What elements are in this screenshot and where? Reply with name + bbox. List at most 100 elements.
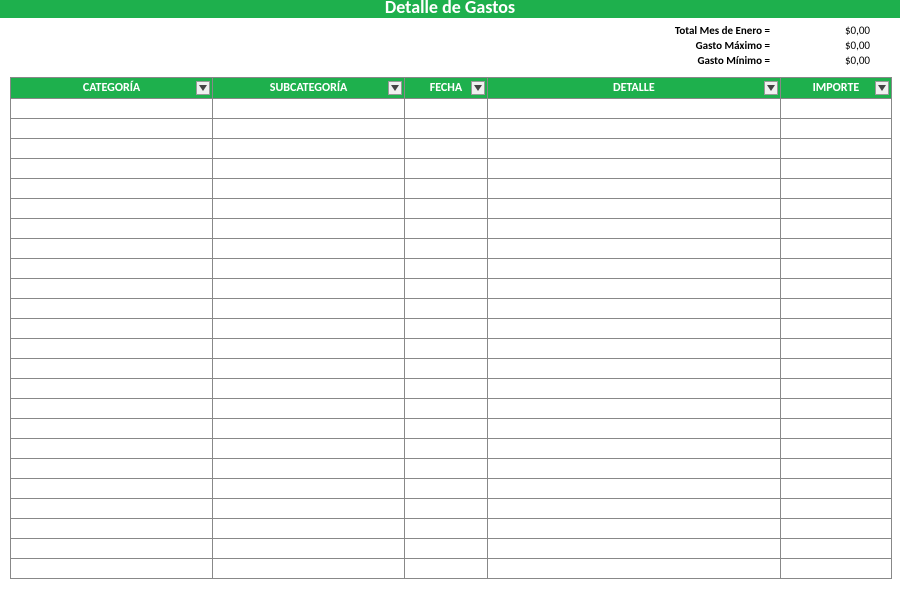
table-cell[interactable]: [213, 239, 405, 259]
table-cell[interactable]: [11, 499, 213, 519]
table-cell[interactable]: [213, 479, 405, 499]
table-cell[interactable]: [11, 99, 213, 119]
table-cell[interactable]: [11, 219, 213, 239]
table-cell[interactable]: [11, 119, 213, 139]
table-cell[interactable]: [780, 559, 891, 579]
table-cell[interactable]: [11, 299, 213, 319]
table-cell[interactable]: [11, 539, 213, 559]
table-cell[interactable]: [213, 379, 405, 399]
table-cell[interactable]: [11, 279, 213, 299]
table-cell[interactable]: [405, 199, 488, 219]
table-cell[interactable]: [780, 119, 891, 139]
table-cell[interactable]: [780, 239, 891, 259]
table-cell[interactable]: [405, 179, 488, 199]
table-cell[interactable]: [487, 219, 780, 239]
table-cell[interactable]: [780, 179, 891, 199]
table-cell[interactable]: [213, 459, 405, 479]
table-cell[interactable]: [487, 179, 780, 199]
table-cell[interactable]: [213, 419, 405, 439]
table-cell[interactable]: [405, 439, 488, 459]
table-cell[interactable]: [780, 319, 891, 339]
table-cell[interactable]: [405, 519, 488, 539]
table-cell[interactable]: [780, 419, 891, 439]
table-cell[interactable]: [405, 539, 488, 559]
table-cell[interactable]: [487, 259, 780, 279]
table-cell[interactable]: [11, 419, 213, 439]
table-cell[interactable]: [487, 439, 780, 459]
table-cell[interactable]: [780, 499, 891, 519]
filter-button[interactable]: [764, 81, 778, 95]
table-cell[interactable]: [405, 99, 488, 119]
table-cell[interactable]: [213, 499, 405, 519]
table-cell[interactable]: [405, 379, 488, 399]
table-cell[interactable]: [487, 199, 780, 219]
table-cell[interactable]: [487, 319, 780, 339]
table-cell[interactable]: [780, 219, 891, 239]
table-cell[interactable]: [487, 279, 780, 299]
filter-button[interactable]: [388, 81, 402, 95]
table-cell[interactable]: [405, 339, 488, 359]
table-cell[interactable]: [213, 359, 405, 379]
filter-button[interactable]: [875, 81, 889, 95]
table-cell[interactable]: [487, 399, 780, 419]
table-cell[interactable]: [405, 319, 488, 339]
table-cell[interactable]: [405, 279, 488, 299]
table-cell[interactable]: [487, 359, 780, 379]
table-cell[interactable]: [487, 459, 780, 479]
table-cell[interactable]: [11, 319, 213, 339]
table-cell[interactable]: [780, 339, 891, 359]
table-cell[interactable]: [780, 359, 891, 379]
table-cell[interactable]: [213, 439, 405, 459]
table-cell[interactable]: [780, 439, 891, 459]
table-cell[interactable]: [11, 239, 213, 259]
table-cell[interactable]: [780, 279, 891, 299]
table-cell[interactable]: [780, 459, 891, 479]
table-cell[interactable]: [487, 539, 780, 559]
table-cell[interactable]: [780, 139, 891, 159]
table-cell[interactable]: [780, 539, 891, 559]
table-cell[interactable]: [405, 119, 488, 139]
table-cell[interactable]: [213, 319, 405, 339]
table-cell[interactable]: [487, 339, 780, 359]
table-cell[interactable]: [405, 159, 488, 179]
table-cell[interactable]: [11, 179, 213, 199]
table-cell[interactable]: [213, 99, 405, 119]
table-cell[interactable]: [780, 519, 891, 539]
table-cell[interactable]: [487, 159, 780, 179]
table-cell[interactable]: [487, 379, 780, 399]
table-cell[interactable]: [780, 199, 891, 219]
table-cell[interactable]: [487, 519, 780, 539]
table-cell[interactable]: [780, 99, 891, 119]
table-cell[interactable]: [780, 159, 891, 179]
table-cell[interactable]: [11, 459, 213, 479]
table-cell[interactable]: [405, 419, 488, 439]
table-cell[interactable]: [487, 419, 780, 439]
table-cell[interactable]: [405, 359, 488, 379]
table-cell[interactable]: [405, 299, 488, 319]
table-cell[interactable]: [213, 339, 405, 359]
table-cell[interactable]: [487, 99, 780, 119]
table-cell[interactable]: [11, 159, 213, 179]
table-cell[interactable]: [405, 559, 488, 579]
filter-button[interactable]: [196, 81, 210, 95]
table-cell[interactable]: [405, 239, 488, 259]
table-cell[interactable]: [213, 279, 405, 299]
table-cell[interactable]: [780, 379, 891, 399]
table-cell[interactable]: [213, 399, 405, 419]
table-cell[interactable]: [213, 219, 405, 239]
table-cell[interactable]: [11, 559, 213, 579]
table-cell[interactable]: [11, 359, 213, 379]
table-cell[interactable]: [213, 259, 405, 279]
table-cell[interactable]: [11, 479, 213, 499]
table-cell[interactable]: [11, 399, 213, 419]
table-cell[interactable]: [487, 119, 780, 139]
table-cell[interactable]: [11, 339, 213, 359]
table-cell[interactable]: [11, 259, 213, 279]
table-cell[interactable]: [487, 479, 780, 499]
table-cell[interactable]: [487, 559, 780, 579]
table-cell[interactable]: [487, 299, 780, 319]
table-cell[interactable]: [213, 559, 405, 579]
table-cell[interactable]: [11, 139, 213, 159]
table-cell[interactable]: [405, 219, 488, 239]
table-cell[interactable]: [780, 259, 891, 279]
